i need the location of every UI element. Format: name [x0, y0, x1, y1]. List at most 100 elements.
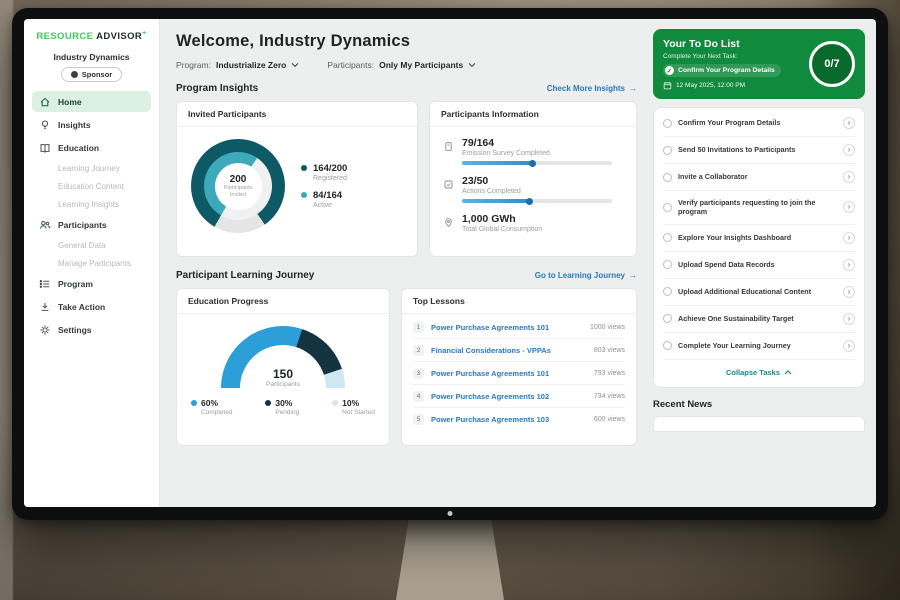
task-label: Verify participants requesting to join t…: [678, 198, 837, 217]
checklist-icon: [443, 177, 454, 188]
legend-item: 164/200 Registered: [301, 163, 347, 182]
go-to-learning-journey-link[interactable]: Go to Learning Journey →: [535, 271, 637, 280]
card-title: Top Lessons: [402, 289, 636, 314]
todo-progress-ring: 0/7: [809, 41, 855, 87]
stat-value: 1,000 GWh: [462, 213, 542, 225]
sponsor-badge[interactable]: Sponsor: [61, 67, 122, 82]
lesson-rank: 5: [413, 414, 424, 425]
participants-filter-label: Participants:: [327, 60, 374, 70]
todo-task[interactable]: Explore Your Insights Dashboard ›: [663, 225, 855, 252]
lesson-link[interactable]: Power Purchase Agreements 101: [431, 323, 583, 332]
card-title: Education Progress: [177, 289, 389, 314]
clipboard-icon: [443, 139, 454, 150]
chevron-right-icon[interactable]: ›: [843, 144, 855, 156]
checkbox-icon[interactable]: [663, 203, 672, 212]
todo-title: Your To Do List: [663, 38, 801, 50]
sidebar-item-learning-insights[interactable]: Learning Insights: [32, 196, 151, 212]
checkbox-icon[interactable]: [663, 146, 672, 155]
checkbox-icon[interactable]: [663, 173, 672, 182]
sidebar-item-learning-journey[interactable]: Learning Journey: [32, 160, 151, 176]
todo-next-date: 12 May 2025, 12:00 PM: [663, 81, 801, 90]
sidebar-item-education[interactable]: Education: [32, 137, 151, 158]
arrow-right-icon: →: [629, 271, 637, 280]
app-logo: RESOURCE ADVISOR+: [24, 30, 159, 42]
sidebar-item-program[interactable]: Program: [32, 273, 151, 294]
todo-next-task[interactable]: ✓ Confirm Your Program Details: [663, 64, 781, 77]
checkbox-icon[interactable]: [663, 341, 672, 350]
checkbox-icon[interactable]: [663, 119, 672, 128]
sidebar-item-label: Education: [58, 143, 99, 153]
lesson-link[interactable]: Financial Considerations - VPPAs: [431, 346, 587, 355]
collapse-tasks-link[interactable]: Collapse Tasks: [663, 360, 855, 385]
stat-label: Emission Survey Completed: [462, 150, 612, 157]
todo-task[interactable]: Complete Your Learning Journey ›: [663, 333, 855, 360]
sidebar-item-manage-participants[interactable]: Manage Participants: [32, 255, 151, 271]
todo-subtitle: Complete Your Next Task:: [663, 53, 801, 60]
lesson-row: 5 Power Purchase Agreements 103 600 view…: [413, 408, 625, 430]
location-pin-icon: [443, 215, 454, 226]
task-label: Confirm Your Program Details: [678, 118, 837, 127]
gauge-legend-dot-0: [191, 400, 197, 406]
sidebar-item-insights[interactable]: Insights: [32, 114, 151, 135]
todo-task[interactable]: Upload Spend Data Records ›: [663, 252, 855, 279]
lesson-views: 600 views: [594, 416, 625, 423]
people-icon: [39, 219, 51, 231]
chevron-right-icon[interactable]: ›: [843, 117, 855, 129]
sidebar-item-education-content[interactable]: Education Content: [32, 178, 151, 194]
todo-task[interactable]: Verify participants requesting to join t…: [663, 191, 855, 225]
legend-value: 30%: [275, 398, 299, 408]
checkbox-icon[interactable]: [663, 314, 672, 323]
donut-center-label: Participants Invited: [218, 185, 258, 198]
chevron-right-icon[interactable]: ›: [843, 171, 855, 183]
chevron-right-icon[interactable]: ›: [843, 313, 855, 325]
chevron-right-icon[interactable]: ›: [843, 286, 855, 298]
lesson-link[interactable]: Power Purchase Agreements 102: [431, 392, 587, 401]
sidebar-item-label: Settings: [58, 325, 92, 335]
check-more-insights-link[interactable]: Check More Insights →: [547, 84, 637, 93]
sidebar-item-general-data[interactable]: General Data: [32, 237, 151, 253]
sidebar-item-home[interactable]: Home: [32, 91, 151, 112]
home-icon: [39, 96, 51, 108]
lesson-views: 734 views: [594, 393, 625, 400]
sidebar-item-settings[interactable]: Settings: [32, 319, 151, 340]
task-label: Complete Your Learning Journey: [678, 341, 837, 350]
chevron-right-icon[interactable]: ›: [843, 340, 855, 352]
todo-task[interactable]: Achieve One Sustainability Target ›: [663, 306, 855, 333]
invited-donut-ring-inner: 200 Participants Invited: [204, 152, 272, 220]
sidebar-item-take-action[interactable]: Take Action: [32, 296, 151, 317]
checkbox-icon[interactable]: [663, 260, 672, 269]
lesson-views: 1000 views: [590, 324, 625, 331]
dashboard-screen: RESOURCE ADVISOR+ Industry Dynamics Spon…: [24, 19, 876, 507]
lesson-link[interactable]: Power Purchase Agreements 103: [431, 415, 587, 424]
sidebar-item-label: Education Content: [58, 182, 124, 191]
recent-news-card: [653, 416, 865, 432]
todo-task[interactable]: Upload Additional Educational Content ›: [663, 279, 855, 306]
lesson-link[interactable]: Power Purchase Agreements 101: [431, 369, 587, 378]
program-select[interactable]: Industrialize Zero: [216, 60, 299, 70]
lesson-rank: 4: [413, 391, 424, 402]
sidebar-item-participants[interactable]: Participants: [32, 214, 151, 235]
chevron-right-icon[interactable]: ›: [843, 259, 855, 271]
sponsor-icon: [71, 71, 78, 78]
sidebar-item-label: Insights: [58, 120, 91, 130]
lesson-row: 1 Power Purchase Agreements 101 1000 vie…: [413, 316, 625, 339]
lesson-views: 793 views: [594, 370, 625, 377]
todo-task[interactable]: Send 50 Invitations to Participants ›: [663, 137, 855, 164]
todo-panel: Your To Do List Complete Your Next Task:…: [650, 19, 876, 507]
todo-task[interactable]: Invite a Collaborator ›: [663, 164, 855, 191]
chevron-right-icon[interactable]: ›: [843, 201, 855, 213]
progress-track: [462, 199, 612, 203]
collapse-label: Collapse Tasks: [726, 368, 780, 377]
learning-journey-title: Participant Learning Journey: [176, 270, 314, 281]
checkbox-icon[interactable]: [663, 233, 672, 242]
checkbox-icon[interactable]: [663, 287, 672, 296]
chevron-right-icon[interactable]: ›: [843, 232, 855, 244]
legend-item: 30% Pending: [265, 398, 299, 416]
participants-select[interactable]: Only My Participants: [379, 60, 476, 70]
calendar-icon: [663, 81, 672, 90]
task-label: Upload Spend Data Records: [678, 260, 837, 269]
next-task-label: Confirm Your Program Details: [678, 67, 775, 74]
legend-value: 10%: [342, 398, 375, 408]
todo-task[interactable]: Confirm Your Program Details ›: [663, 110, 855, 137]
legend-value: 164/200: [313, 163, 347, 174]
